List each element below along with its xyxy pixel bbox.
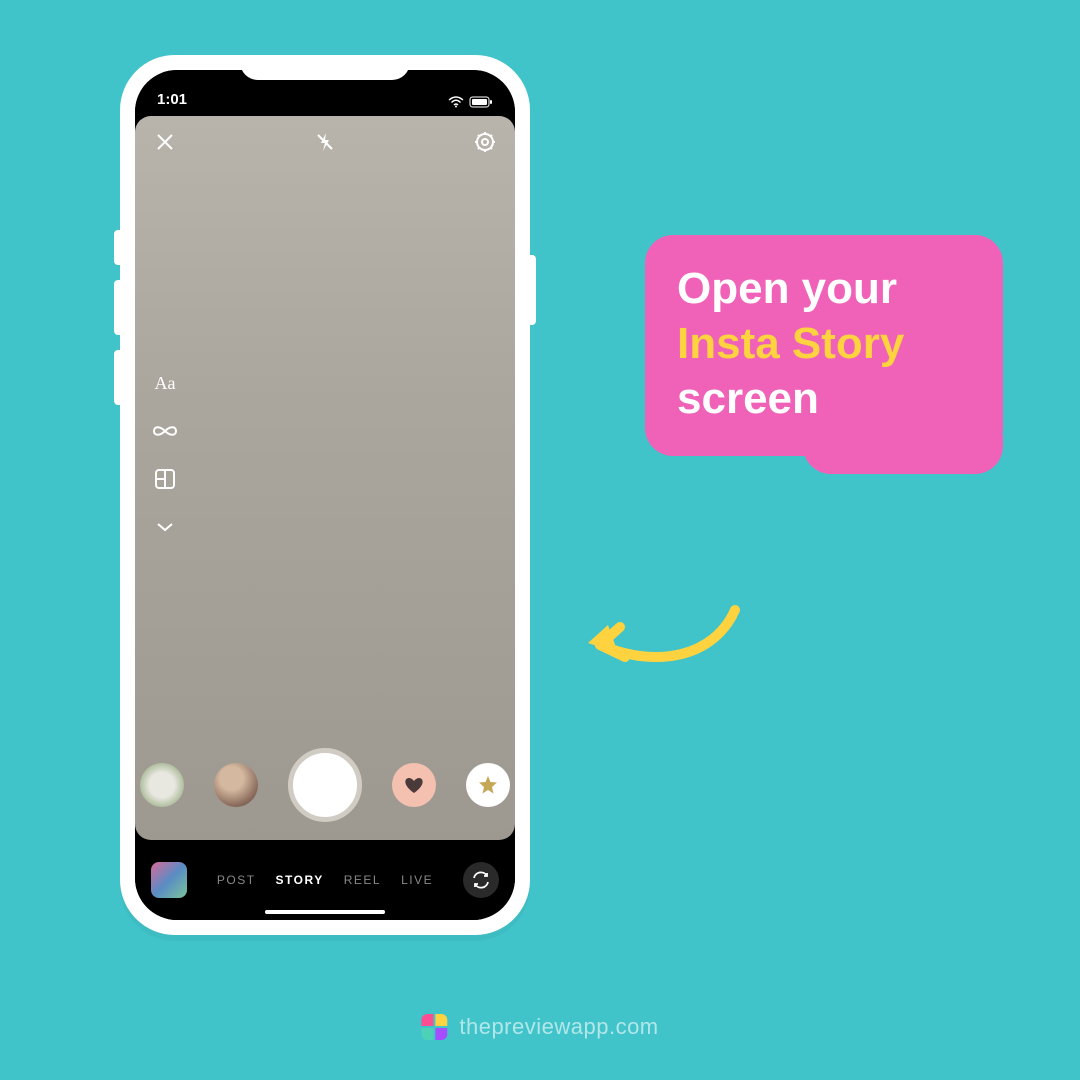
gallery-thumbnail[interactable] [151,862,187,898]
story-camera-screen: 1:01 [135,70,515,920]
watermark: thepreviewapp.com [421,1014,658,1040]
callout-line: Open your [677,261,969,316]
text-tool-icon[interactable]: Aa [151,371,179,395]
tool-rail: Aa [151,371,179,539]
camera-flip-button[interactable] [463,862,499,898]
mode-post[interactable]: POST [217,873,256,887]
filter-thumb[interactable] [392,763,436,807]
flash-off-icon[interactable] [313,130,337,154]
camera-viewfinder[interactable]: Aa [135,116,515,840]
shutter-button[interactable] [288,748,362,822]
mode-selector[interactable]: POST STORY REEL LIVE [217,873,433,887]
status-indicators [448,96,493,108]
boomerang-icon[interactable] [151,419,179,443]
mode-story[interactable]: STORY [276,873,324,887]
phone-bezel: 1:01 [135,70,515,920]
viewfinder-top-bar [135,130,515,154]
phone-side-button [114,280,120,335]
status-time: 1:01 [157,91,187,108]
phone-mockup: 1:01 [120,55,530,935]
watermark-text: thepreviewapp.com [459,1014,658,1040]
close-icon[interactable] [153,130,177,154]
filter-thumb[interactable] [140,763,184,807]
bottom-bar: POST STORY REEL LIVE [135,840,515,920]
battery-icon [469,96,493,108]
phone-side-button [114,230,120,265]
home-indicator[interactable] [265,910,385,914]
filter-carousel[interactable] [135,748,515,822]
phone-notch [240,55,410,80]
filter-thumb[interactable] [466,763,510,807]
wifi-icon [448,96,464,108]
watermark-logo-icon [421,1014,447,1040]
instruction-callout: Open your Insta Story screen [645,235,1003,456]
phone-side-button [530,255,536,325]
arrow-icon [570,595,750,690]
filter-thumb[interactable] [214,763,258,807]
mode-live[interactable]: LIVE [401,873,433,887]
chevron-down-icon[interactable] [151,515,179,539]
callout-line: screen [677,371,969,426]
phone-side-button [114,350,120,405]
callout-line: Insta Story [677,316,969,371]
mode-reel[interactable]: REEL [344,873,381,887]
settings-icon[interactable] [473,130,497,154]
layout-icon[interactable] [151,467,179,491]
